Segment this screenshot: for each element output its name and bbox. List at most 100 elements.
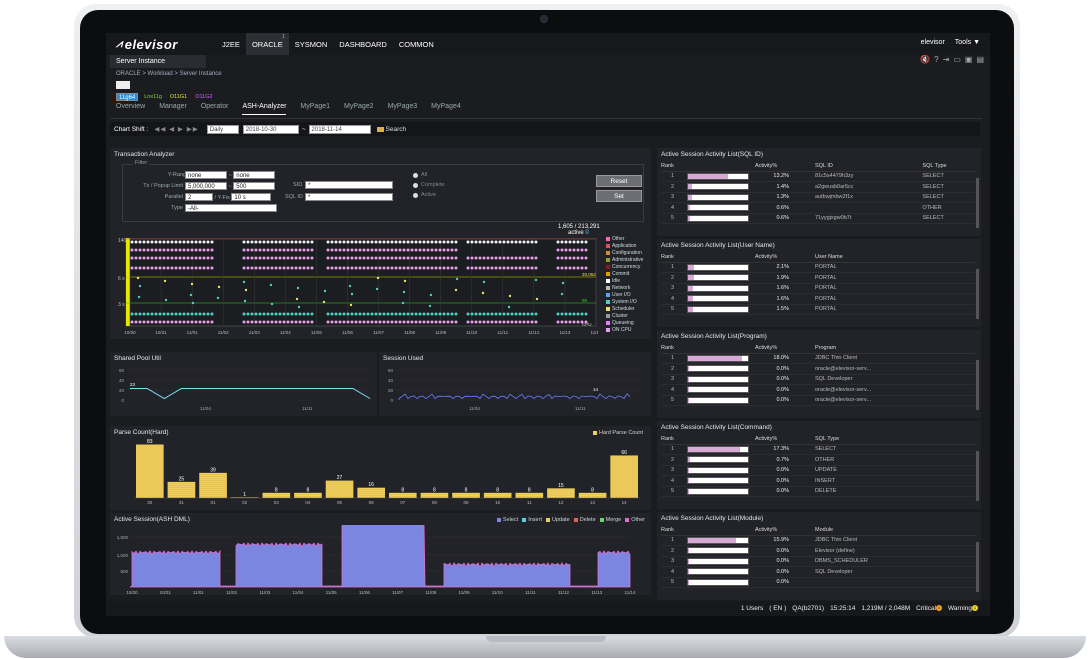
table-row[interactable]: 2 1.9% PORTAL — [661, 272, 975, 284]
session-used-chart[interactable]: 60 40 20 0 14 11/04 11/11 — [379, 366, 651, 414]
date-from-input[interactable]: 2018-10-30 — [242, 124, 299, 134]
legend-item[interactable]: Configuration — [606, 249, 643, 256]
reset-button[interactable]: Reset — [596, 175, 642, 187]
activity-header[interactable]: Activity% — [755, 435, 795, 445]
tab-mypage2[interactable]: MyPage2 — [344, 103, 374, 115]
scrollbar[interactable] — [976, 360, 979, 410]
legend-item[interactable]: User I/O — [606, 291, 643, 298]
bar-header[interactable] — [687, 435, 755, 445]
nav-j2ee[interactable]: J2EE — [216, 33, 246, 55]
table-row[interactable]: 3 1.6% PORTAL — [661, 283, 975, 294]
scrollbar[interactable] — [976, 178, 979, 228]
extra-header[interactable]: SQL Type — [922, 162, 975, 172]
table-row[interactable]: 5 0.0% oracle@elevisor-serv... — [661, 395, 975, 406]
tab-mypage3[interactable]: MyPage3 — [388, 103, 418, 115]
table-row[interactable]: 1 2.1% PORTAL — [661, 262, 975, 273]
table-row[interactable]: 4 0.0% INSERT — [661, 475, 975, 487]
table-row[interactable]: 3 0.0% UPDATE — [661, 465, 975, 476]
bar[interactable] — [610, 455, 638, 498]
bar-header[interactable] — [687, 162, 755, 172]
parse-count-chart[interactable]: 83 30 25 31 39 01 1 02 8 03 8 04 27 05 16 06 8 07 8 08 8 09 8 1… — [110, 436, 651, 510]
radio-complete[interactable]: Complete — [413, 180, 445, 190]
name-header[interactable]: Module — [795, 526, 975, 536]
legend-item[interactable]: Merge — [599, 517, 621, 523]
activity-header[interactable]: Activity% — [755, 253, 795, 263]
table-row[interactable]: 5 0.0% DELETE — [661, 486, 975, 497]
date-to-input[interactable]: 2018-11-14 — [308, 124, 371, 134]
period-select[interactable]: Daily — [206, 124, 239, 134]
tab-mypage1[interactable]: MyPage1 — [300, 103, 330, 115]
radio-active[interactable]: Active — [413, 190, 445, 200]
legend-item[interactable]: Other — [625, 517, 645, 523]
table-row[interactable]: 5 0.0% — [661, 577, 975, 588]
bar[interactable] — [452, 492, 480, 498]
instance-o11g1[interactable]: O11G1 — [168, 93, 189, 101]
rank-header[interactable]: Rank — [661, 526, 687, 536]
yrange-to-select[interactable]: none — [233, 171, 276, 179]
legend-item[interactable]: Idle — [606, 277, 643, 284]
tab-overview[interactable]: Overview — [116, 103, 145, 115]
legend-item[interactable]: Delete — [573, 517, 596, 523]
legend-item[interactable]: Select — [496, 517, 518, 523]
nav-sysmon[interactable]: SYSMON — [289, 33, 334, 55]
table-row[interactable]: 2 1.4% a2gwusb0ar5cc SELECT — [661, 181, 975, 193]
table-row[interactable]: 1 15.9% JDBC Thin Client — [661, 535, 975, 546]
scrollbar[interactable] — [976, 269, 979, 319]
bar[interactable] — [483, 492, 512, 498]
window-icon[interactable]: ▣ — [965, 55, 973, 64]
user-menu[interactable]: elevisor — [921, 39, 945, 46]
radio-all[interactable]: All — [413, 170, 445, 180]
table-row[interactable]: 4 0.0% SQL Developer — [661, 566, 975, 578]
search-button[interactable]: Search — [376, 126, 406, 133]
instance-lnx11g[interactable]: Lnx11g — [142, 93, 164, 101]
yfix-select[interactable]: 10 s — [231, 193, 272, 201]
activity-header[interactable]: Activity% — [755, 162, 795, 172]
parallel-select[interactable]: 2 — [185, 193, 213, 201]
legend-item[interactable]: Administrative — [606, 256, 643, 263]
app-logo[interactable]: ⩘ elevisor — [116, 37, 216, 52]
legend-item[interactable]: Commit — [606, 270, 643, 277]
bar[interactable] — [262, 492, 291, 498]
table-row[interactable]: 4 0.0% oracle@elevisor-serv... — [661, 384, 975, 396]
export-icon[interactable]: ▤ — [976, 55, 984, 64]
sid-input[interactable]: * — [305, 181, 393, 189]
type-select[interactable]: -All- — [185, 204, 277, 212]
tab-manager[interactable]: Manager — [159, 103, 187, 115]
popup-limit-select[interactable]: 500 — [233, 182, 276, 190]
bar-header[interactable] — [687, 344, 755, 354]
instance-11g64[interactable]: 11g64 — [116, 93, 139, 101]
tab-operator[interactable]: Operator — [201, 103, 229, 115]
bar-header[interactable] — [687, 526, 755, 536]
set-button[interactable]: Set — [596, 190, 642, 202]
transaction-scatter-chart[interactable]: 1406 s3 s20,06299CPU10/30 10/31 11/01 11/02… — [118, 238, 598, 336]
rank-header[interactable]: Rank — [661, 253, 687, 263]
bar[interactable] — [578, 492, 607, 498]
help-icon[interactable]: ? — [934, 55, 938, 64]
logout-icon[interactable]: ⇥ — [943, 55, 950, 64]
bar[interactable] — [325, 480, 354, 498]
table-row[interactable]: 2 0.7% OTHER — [661, 454, 975, 466]
table-row[interactable]: 1 17.3% SELECT — [661, 444, 975, 455]
activity-header[interactable]: Activity% — [755, 344, 795, 354]
screen-icon[interactable]: ▭ — [953, 55, 961, 64]
table-row[interactable]: 3 1.3% autbwjmbw2f1x SELECT — [661, 192, 975, 203]
active-session-chart[interactable]: 1,500 1,000 500 10/30 10/31 11/01 11/02 11/03 11… — [110, 525, 651, 595]
tools-menu[interactable]: Tools ▼ — [955, 39, 980, 46]
name-header[interactable]: Program — [795, 344, 975, 354]
sqlid-input[interactable]: * — [305, 193, 393, 201]
legend-item[interactable]: Application — [606, 242, 643, 249]
legend-item[interactable]: ON CPU — [606, 326, 643, 333]
table-row[interactable]: 4 1.6% PORTAL — [661, 293, 975, 305]
language[interactable]: ( EN ) — [769, 605, 786, 612]
nav-oracle[interactable]: ORACLE 1 — [245, 33, 289, 55]
table-row[interactable]: 3 0.0% DBMS_SCHEDULER — [661, 556, 975, 567]
table-row[interactable]: 1 13.2% 81c5s4479h3zy SELECT — [661, 171, 975, 182]
tx-limit-input[interactable]: 5,000,000 — [185, 182, 227, 190]
table-row[interactable]: 4 0.6% OTHER — [661, 202, 975, 214]
shift-arrows-icon[interactable]: ◀◀ ◀ ▶ ▶▶ — [154, 125, 198, 133]
bar[interactable] — [420, 492, 449, 498]
legend-item[interactable]: Insert — [522, 517, 542, 523]
legend-item[interactable]: System I/O — [606, 298, 643, 305]
rank-header[interactable]: Rank — [661, 344, 687, 354]
bar[interactable] — [515, 492, 544, 498]
